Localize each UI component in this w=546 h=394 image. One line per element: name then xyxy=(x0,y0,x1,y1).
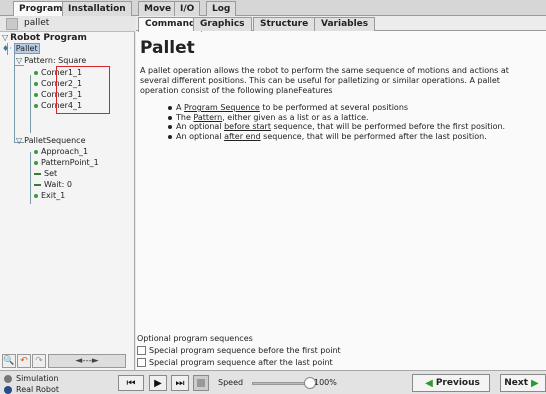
wait-icon xyxy=(34,183,41,186)
pattern-link[interactable]: Pattern xyxy=(193,113,222,122)
expand-triangle-icon: ▽ xyxy=(16,136,23,145)
stop-button[interactable] xyxy=(193,375,209,391)
redo-icon[interactable]: ↷ xyxy=(32,354,46,368)
exit-label: Exit_1 xyxy=(41,191,66,200)
previous-button[interactable]: ◀ Previous xyxy=(412,374,490,392)
mode-simulation[interactable]: Simulation xyxy=(4,374,59,383)
tree-node-wait[interactable]: Wait: 0 xyxy=(34,180,72,190)
before-first-label: Special program sequence before the firs… xyxy=(149,346,341,355)
wait-label: Wait: 0 xyxy=(44,180,72,189)
tree-node-patternpoint[interactable]: PatternPoint_1 xyxy=(34,158,99,168)
pallet-icon: ♦· xyxy=(2,44,12,53)
speed-value: 100% xyxy=(314,378,337,387)
tree-pallet-label: Pallet xyxy=(13,43,40,54)
tree-sequence-label: PalletSequence xyxy=(24,136,86,145)
next-label: Next xyxy=(504,378,529,388)
real-robot-label: Real Robot xyxy=(16,385,59,394)
tree-node-exit[interactable]: Exit_1 xyxy=(34,191,65,201)
feature-list: A Program Sequence to be performed at se… xyxy=(168,103,538,141)
tab-variables[interactable]: Variables xyxy=(314,17,376,31)
move-node-arrows[interactable]: ◄---► xyxy=(48,354,126,368)
tab-io[interactable]: I/O xyxy=(174,1,201,16)
patternpoint-label: PatternPoint_1 xyxy=(41,158,99,167)
approach-label: Approach_1 xyxy=(41,147,89,156)
highlight-box xyxy=(56,66,110,114)
after-last-checkbox[interactable] xyxy=(137,358,146,367)
stop-icon xyxy=(197,379,205,387)
waypoint-icon xyxy=(34,70,38,75)
step-back-icon: ⏮ xyxy=(126,377,136,389)
next-button[interactable]: Next ▶ xyxy=(500,374,546,392)
waypoint-icon xyxy=(34,193,38,198)
after-last-label: Special program sequence after the last … xyxy=(149,358,333,367)
waypoint-icon xyxy=(34,160,38,165)
program-name: pallet xyxy=(24,18,50,28)
list-item: An optional before start sequence, that … xyxy=(168,122,538,132)
before-start-link[interactable]: before start xyxy=(224,122,271,131)
tree-root-label: Robot Program xyxy=(10,33,87,43)
undo-icon[interactable]: ↶ xyxy=(17,354,31,368)
before-first-checkbox[interactable] xyxy=(137,346,146,355)
set-icon xyxy=(34,172,41,175)
tree-pattern-label: Pattern: Square xyxy=(24,56,87,65)
arrow-right-icon: ▶ xyxy=(531,377,539,389)
radio-icon xyxy=(4,385,12,394)
tree-node-pallet[interactable]: ♦· Pallet xyxy=(2,43,40,54)
description: A pallet operation allows the robot to p… xyxy=(140,66,509,95)
step-back-button[interactable]: ⏮ xyxy=(118,375,144,391)
play-icon: ▶ xyxy=(154,377,162,389)
mode-real-robot[interactable]: Real Robot xyxy=(4,385,59,394)
step-forward-button[interactable]: ⏭ xyxy=(171,375,189,391)
tree-node-sequence[interactable]: ▽ PalletSequence xyxy=(16,136,86,146)
tab-structure[interactable]: Structure xyxy=(253,17,316,31)
tab-move[interactable]: Move xyxy=(138,1,178,16)
top-tab-bar: Program Installation Move I/O Log xyxy=(0,0,546,17)
set-label: Set xyxy=(44,169,58,178)
waypoint-icon xyxy=(34,92,38,97)
tab-graphics[interactable]: Graphics xyxy=(193,17,252,31)
tab-program[interactable]: Program xyxy=(13,1,69,17)
tab-installation[interactable]: Installation xyxy=(62,1,132,16)
previous-label: Previous xyxy=(435,378,480,388)
step-forward-icon: ⏭ xyxy=(175,377,185,389)
after-last-option[interactable]: Special program sequence after the last … xyxy=(137,358,333,367)
command-panel: Command Graphics Structure Variables Pal… xyxy=(136,16,546,370)
before-first-option[interactable]: Special program sequence before the firs… xyxy=(137,346,341,355)
optional-sequences-label: Optional program sequences xyxy=(137,334,253,343)
arrow-left-icon: ◀ xyxy=(425,377,433,389)
after-end-link[interactable]: after end xyxy=(224,132,261,141)
search-icon[interactable]: 🔍 xyxy=(2,354,16,368)
tree-node-approach[interactable]: Approach_1 xyxy=(34,147,88,157)
list-item: A Program Sequence to be performed at se… xyxy=(168,103,538,113)
tab-log[interactable]: Log xyxy=(206,1,237,16)
radio-icon xyxy=(4,374,12,383)
program-sequence-link[interactable]: Program Sequence xyxy=(184,103,260,112)
file-icon xyxy=(6,18,18,30)
tree-root[interactable]: ▽ Robot Program xyxy=(2,33,87,43)
play-button[interactable]: ▶ xyxy=(149,375,167,391)
sub-tab-bar: Command Graphics Structure Variables xyxy=(136,16,546,32)
waypoint-icon xyxy=(34,149,38,154)
bottom-bar: Simulation Real Robot ⏮ ▶ ⏭ Speed 100% ◀… xyxy=(0,370,546,394)
simulation-label: Simulation xyxy=(16,374,59,383)
waypoint-icon xyxy=(34,103,38,108)
tree-node-pattern[interactable]: ▽ Pattern: Square xyxy=(16,56,86,66)
program-name-bar: pallet xyxy=(0,16,135,32)
list-item: The Pattern, either given as a list or a… xyxy=(168,113,538,123)
speed-label: Speed xyxy=(218,378,244,387)
speed-slider[interactable] xyxy=(252,382,308,385)
expand-triangle-icon: ▽ xyxy=(2,33,9,42)
list-item: An optional after end sequence, that wil… xyxy=(168,132,538,142)
page-title: Pallet xyxy=(140,38,195,58)
expand-triangle-icon: ▽ xyxy=(16,56,23,65)
waypoint-icon xyxy=(34,81,38,86)
program-tree-panel: pallet ▽ Robot Program ♦· Pallet ▽ Pattern:… xyxy=(0,16,135,370)
tree-node-set[interactable]: Set xyxy=(34,169,57,179)
